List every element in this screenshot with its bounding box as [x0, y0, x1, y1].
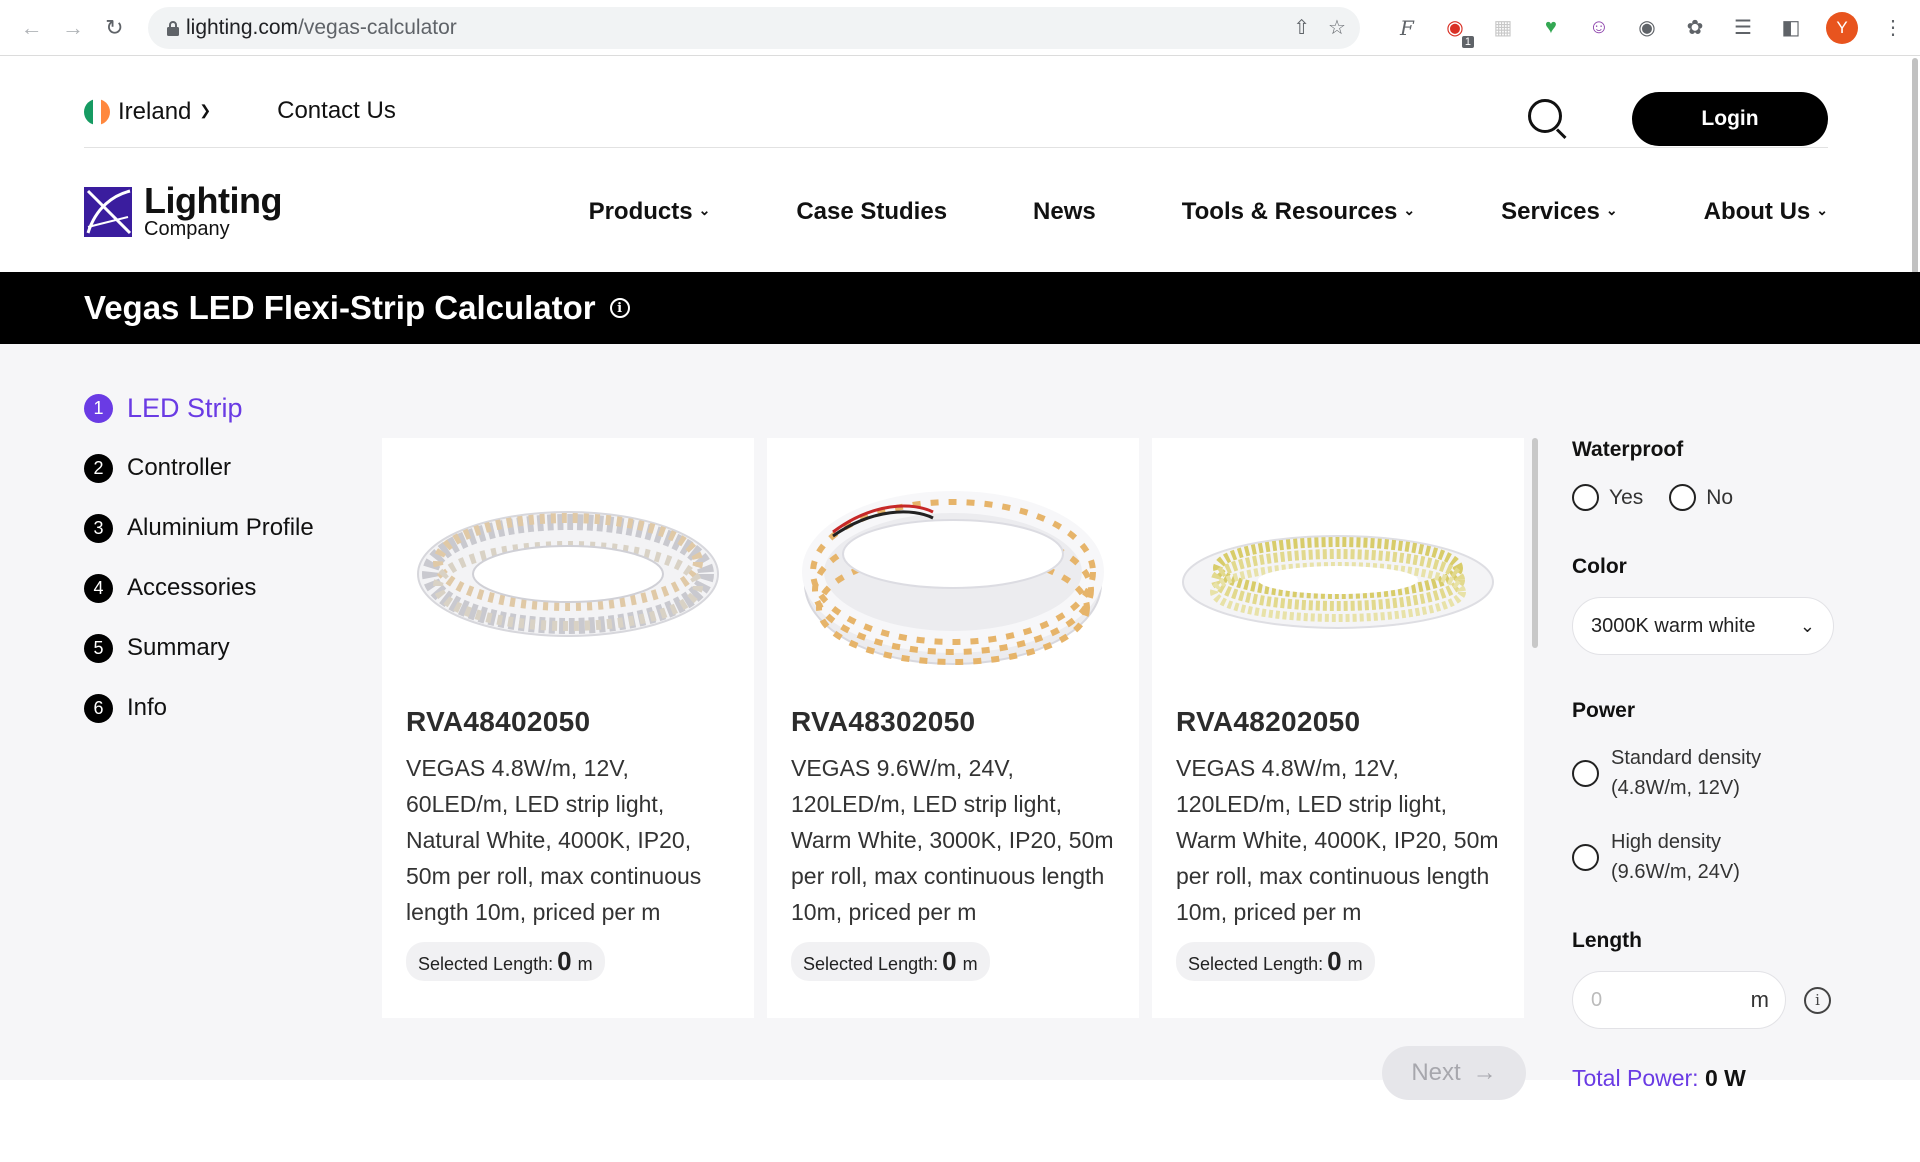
- website: Ireland ❯ Contact Us Login Lighting Comp…: [0, 56, 1920, 1162]
- power-high-radio[interactable]: High density (9.6W/m, 24V): [1572, 827, 1842, 887]
- forward-icon[interactable]: →: [55, 10, 90, 46]
- logo-mark-icon: [84, 186, 132, 237]
- calculator-area: 1 LED Strip 2 Controller 3 Aluminium Profil…: [0, 344, 1920, 1100]
- chevron-down-icon: ⌄: [1799, 615, 1815, 636]
- product-description: VEGAS 4.8W/m, 12V, 60LED/m, LED strip li…: [406, 755, 702, 925]
- media-queue-icon[interactable]: ☰: [1730, 15, 1756, 40]
- product-card[interactable]: RVA48402050 VEGAS 4.8W/m, 12V, 60LED/m, …: [382, 438, 754, 1018]
- nav-case-studies[interactable]: Case Studies: [796, 198, 947, 226]
- share-icon[interactable]: ⇧: [1293, 15, 1310, 40]
- nav-services[interactable]: Services ⌄: [1501, 198, 1618, 226]
- kebab-menu-icon[interactable]: ⋮: [1880, 15, 1906, 40]
- grid-extension-icon[interactable]: ▦: [1490, 15, 1516, 40]
- next-button[interactable]: Next →: [1382, 1046, 1526, 1100]
- contact-us-link[interactable]: Contact Us: [277, 97, 396, 125]
- profile-avatar[interactable]: Y: [1825, 11, 1858, 44]
- search-icon[interactable]: [1528, 98, 1568, 139]
- face-extension-icon[interactable]: ☺: [1586, 16, 1612, 39]
- color-extension-icon[interactable]: ♥: [1538, 16, 1564, 39]
- arrow-right-icon: →: [1472, 1059, 1497, 1086]
- product-description: VEGAS 9.6W/m, 24V, 120LED/m, LED strip l…: [791, 755, 1114, 925]
- led-strip-image: [406, 438, 730, 706]
- product-card[interactable]: RVA48202050 VEGAS 4.8W/m, 12V, 120LED/m,…: [1152, 438, 1524, 1018]
- waterproof-no-radio[interactable]: No: [1669, 484, 1733, 511]
- side-panel-icon[interactable]: ◧: [1778, 15, 1804, 40]
- back-icon[interactable]: ←: [14, 10, 49, 46]
- logo-subtitle: Company: [144, 217, 230, 240]
- extensions-bar: F ◉ 1 ▦ ♥ ☺ ◉ ✿ ☰ ◧ Y ⋮: [1394, 11, 1906, 48]
- ireland-flag-icon: [84, 98, 110, 125]
- url-text: lighting.com/vegas-calculator: [185, 15, 457, 39]
- selected-length-badge: Selected Length: 0 m: [406, 942, 605, 981]
- led-strip-image: [1176, 438, 1500, 706]
- login-button[interactable]: Login: [1632, 91, 1828, 146]
- product-sku: RVA48202050: [1176, 706, 1361, 737]
- product-description: VEGAS 4.8W/m, 12V, 120LED/m, LED strip l…: [1176, 755, 1499, 925]
- length-input[interactable]: 0 m: [1572, 971, 1786, 1029]
- step-led-strip[interactable]: 1 LED Strip: [84, 378, 314, 438]
- camera-icon[interactable]: ◉: [1634, 15, 1660, 40]
- product-card[interactable]: RVA48302050 VEGAS 9.6W/m, 24V, 120LED/m,…: [767, 438, 1139, 1018]
- bookmark-star-icon[interactable]: ☆: [1328, 15, 1346, 40]
- chevron-down-icon: ❯: [199, 102, 212, 118]
- main-navigation: Lighting Company Products ⌄ Case Studies …: [84, 164, 1828, 259]
- product-sku: RVA48302050: [791, 706, 976, 737]
- step-controller[interactable]: 2 Controller: [84, 438, 314, 498]
- reload-icon[interactable]: ↻: [97, 10, 132, 46]
- power-standard-radio[interactable]: Standard density (4.8W/m, 12V): [1572, 743, 1842, 803]
- filter-panel: Waterproof Yes No Color 3000K warm white…: [1572, 438, 1842, 1092]
- chevron-down-icon: ⌄: [1605, 202, 1618, 218]
- product-list-scrollbar[interactable]: [1532, 438, 1538, 648]
- adblock-extension-icon[interactable]: ◉ 1: [1442, 15, 1474, 48]
- country-label: Ireland: [118, 97, 192, 125]
- info-icon[interactable]: i: [1804, 986, 1831, 1014]
- chevron-down-icon: ⌄: [1816, 202, 1828, 218]
- waterproof-title: Waterproof: [1572, 438, 1684, 461]
- total-power: Total Power: 0 W: [1572, 1065, 1746, 1091]
- nav-news[interactable]: News: [1033, 198, 1096, 226]
- logo-title: Lighting: [144, 179, 282, 221]
- page-scrollbar[interactable]: [1910, 56, 1920, 276]
- nav-products[interactable]: Products ⌄: [589, 198, 711, 226]
- puzzle-icon[interactable]: ✿: [1682, 15, 1708, 40]
- step-info[interactable]: 6 Info: [84, 678, 314, 738]
- address-bar[interactable]: lighting.com/vegas-calculator ⇧ ☆: [147, 6, 1360, 49]
- power-title: Power: [1572, 699, 1636, 722]
- product-sku: RVA48402050: [406, 706, 591, 737]
- nav-about-us[interactable]: About Us ⌄: [1704, 198, 1828, 226]
- nav-tools-resources[interactable]: Tools & Resources ⌄: [1182, 198, 1415, 226]
- info-icon[interactable]: i: [609, 298, 630, 318]
- color-select[interactable]: 3000K warm white ⌄: [1572, 597, 1834, 655]
- chevron-down-icon: ⌄: [1403, 202, 1416, 218]
- product-list: RVA48402050 VEGAS 4.8W/m, 12V, 60LED/m, …: [382, 438, 1524, 1018]
- step-list: 1 LED Strip 2 Controller 3 Aluminium Profil…: [84, 378, 314, 738]
- selected-length-badge: Selected Length: 0 m: [1176, 942, 1375, 981]
- waterproof-yes-radio[interactable]: Yes: [1572, 484, 1643, 511]
- led-strip-image: [791, 438, 1115, 706]
- chevron-down-icon: ⌄: [698, 202, 711, 218]
- utility-bar: Ireland ❯ Contact Us Login: [84, 56, 1828, 148]
- font-extension-icon[interactable]: F: [1394, 16, 1420, 40]
- color-title: Color: [1572, 555, 1627, 578]
- page-title: Vegas LED Flexi-Strip Calculator: [84, 289, 596, 326]
- step-aluminium-profile[interactable]: 3 Aluminium Profile: [84, 498, 314, 558]
- browser-toolbar: ← → ↻ lighting.com/vegas-calculator ⇧ ☆ …: [0, 0, 1920, 56]
- step-accessories[interactable]: 4 Accessories: [84, 558, 314, 618]
- length-title: Length: [1572, 929, 1642, 952]
- country-selector[interactable]: Ireland ❯: [84, 98, 211, 126]
- step-summary[interactable]: 5 Summary: [84, 618, 314, 678]
- lock-icon: [166, 20, 180, 36]
- page-banner: Vegas LED Flexi-Strip Calculator i: [0, 272, 1920, 344]
- selected-length-badge: Selected Length: 0 m: [791, 942, 990, 981]
- company-logo[interactable]: Lighting Company: [84, 179, 282, 240]
